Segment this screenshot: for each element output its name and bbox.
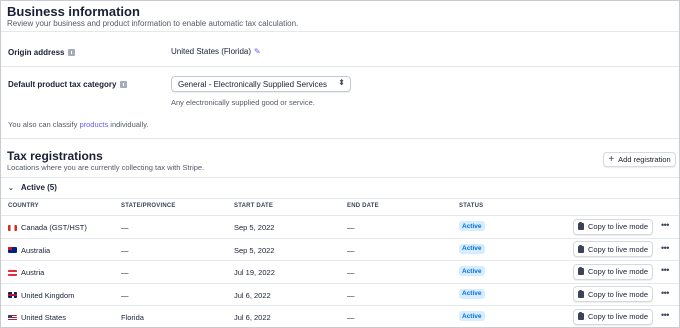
copy-to-live-mode-button[interactable]: Copy to live mode <box>573 308 653 325</box>
end-date-cell: — <box>347 313 355 322</box>
pencil-icon[interactable]: ✎ <box>254 47 261 56</box>
status-badge: Active <box>459 288 485 299</box>
state-cell: — <box>121 223 129 232</box>
column-header-start-date: START DATE <box>234 203 274 209</box>
origin-address-text: United States (Florida) <box>171 47 252 56</box>
business-info-title: Business information <box>7 4 140 19</box>
plus-icon: + <box>608 154 615 165</box>
column-header-state: STATE/PROVINCE <box>121 203 176 209</box>
column-header-status: STATUS <box>459 203 484 209</box>
copy-to-live-mode-label: Copy to live mode <box>587 244 649 254</box>
more-options-icon[interactable]: ••• <box>661 220 669 230</box>
end-date-cell: — <box>347 223 355 232</box>
more-options-icon[interactable]: ••• <box>661 288 669 298</box>
country-name: Austria <box>21 268 45 277</box>
origin-address-label-text: Origin address <box>8 48 65 57</box>
start-date-cell: Sep 5, 2022 <box>234 223 275 232</box>
active-group-label: Active (5) <box>20 183 57 192</box>
add-registration-label: Add registration <box>618 155 671 164</box>
add-registration-button[interactable]: + Add registration <box>603 152 676 167</box>
info-icon[interactable] <box>68 49 76 56</box>
status-badge: Active <box>459 243 485 254</box>
start-date-cell: Sep 5, 2022 <box>234 245 275 255</box>
divider <box>1 177 679 178</box>
copy-to-live-mode-button[interactable]: Copy to live mode <box>573 286 653 302</box>
section-divider <box>1 138 679 139</box>
table-row: Canada (GST/HST) — Sep 5, 2022 — Active … <box>1 215 679 238</box>
tax-registrations-title: Tax registrations <box>7 149 103 163</box>
table-row: United States Florida Jul 6, 2022 — Acti… <box>1 305 679 327</box>
country-name: Canada (GST/HST) <box>21 223 87 232</box>
country-cell: United Kingdom <box>8 291 74 300</box>
more-options-icon[interactable]: ••• <box>661 310 669 320</box>
copy-to-live-mode-label: Copy to live mode <box>587 312 649 321</box>
table-row: Austria — Jul 19, 2022 — Active Copy to … <box>1 260 679 283</box>
end-date-cell: — <box>347 268 355 277</box>
origin-address-label: Origin address <box>8 48 76 57</box>
clipboard-icon <box>577 289 584 298</box>
divider <box>1 198 679 199</box>
copy-to-live-mode-button[interactable]: Copy to live mode <box>573 263 653 280</box>
start-date-cell: Jul 19, 2022 <box>234 268 275 277</box>
business-info-subtitle: Review your business and product informa… <box>7 19 299 28</box>
end-date-cell: — <box>347 290 355 300</box>
canada-flag-icon <box>8 224 17 231</box>
column-header-end-date: END DATE <box>347 203 379 209</box>
country-name: Australia <box>21 245 51 255</box>
tax-category-help: Any electronically supplied good or serv… <box>171 98 315 107</box>
country-cell: Australia <box>8 246 50 255</box>
state-cell: — <box>121 245 129 255</box>
state-cell: — <box>121 268 129 277</box>
business-info-header: Business information Review your busines… <box>1 1 679 32</box>
state-cell: Florida <box>121 313 144 322</box>
tax-registrations-subtitle: Locations where you are currently collec… <box>7 163 205 172</box>
status-badge: Active <box>459 221 485 231</box>
chevron-down-icon: ⌄ <box>8 184 14 192</box>
default-tax-category-label: Default product tax category <box>8 80 128 89</box>
tax-settings-page: Business information Review your busines… <box>0 0 680 328</box>
copy-to-live-mode-label: Copy to live mode <box>587 222 649 231</box>
origin-address-value: United States (Florida) ✎ <box>171 47 261 56</box>
country-cell: Canada (GST/HST) <box>8 223 87 232</box>
clipboard-icon <box>577 312 584 320</box>
table-row: United Kingdom — Jul 6, 2022 — Active Co… <box>1 282 679 306</box>
table-row: Australia — Sep 5, 2022 — Active Copy to… <box>1 237 679 261</box>
copy-to-live-mode-label: Copy to live mode <box>587 267 649 276</box>
start-date-cell: Jul 6, 2022 <box>234 290 271 300</box>
state-cell: — <box>121 290 129 300</box>
clipboard-icon <box>577 267 584 275</box>
classify-note: You also can classify products individua… <box>8 120 149 129</box>
uk-flag-icon <box>8 292 17 298</box>
australia-flag-icon <box>8 247 17 253</box>
tax-category-select[interactable]: General - Electronically Supplied Servic… <box>171 76 351 92</box>
default-tax-category-label-text: Default product tax category <box>8 80 117 89</box>
country-name: United Kingdom <box>21 290 75 300</box>
end-date-cell: — <box>347 245 355 255</box>
tax-category-select-value: General - Electronically Supplied Servic… <box>178 80 327 89</box>
chevron-updown-icon: ⬍ <box>338 78 345 87</box>
country-cell: Austria <box>8 268 44 277</box>
more-options-icon[interactable]: ••• <box>661 265 669 275</box>
clipboard-icon <box>577 222 584 230</box>
active-group-toggle[interactable]: ⌄ Active (5) <box>8 183 57 192</box>
us-flag-icon <box>8 314 17 321</box>
clipboard-icon <box>577 244 584 253</box>
copy-to-live-mode-button[interactable]: Copy to live mode <box>573 241 653 257</box>
copy-to-live-mode-label: Copy to live mode <box>587 289 649 299</box>
classify-suffix: individually. <box>108 120 149 129</box>
start-date-cell: Jul 6, 2022 <box>234 313 271 322</box>
copy-to-live-mode-button[interactable]: Copy to live mode <box>573 218 653 235</box>
status-badge: Active <box>459 266 485 276</box>
country-cell: United States <box>8 313 66 322</box>
products-link[interactable]: products <box>79 120 108 129</box>
divider <box>1 66 679 67</box>
austria-flag-icon <box>8 269 17 276</box>
more-options-icon[interactable]: ••• <box>661 243 669 253</box>
info-icon[interactable] <box>120 81 128 88</box>
classify-prefix: You also can classify <box>8 120 80 129</box>
status-badge: Active <box>459 311 485 321</box>
country-name: United States <box>21 313 67 322</box>
column-header-country: COUNTRY <box>8 203 39 209</box>
